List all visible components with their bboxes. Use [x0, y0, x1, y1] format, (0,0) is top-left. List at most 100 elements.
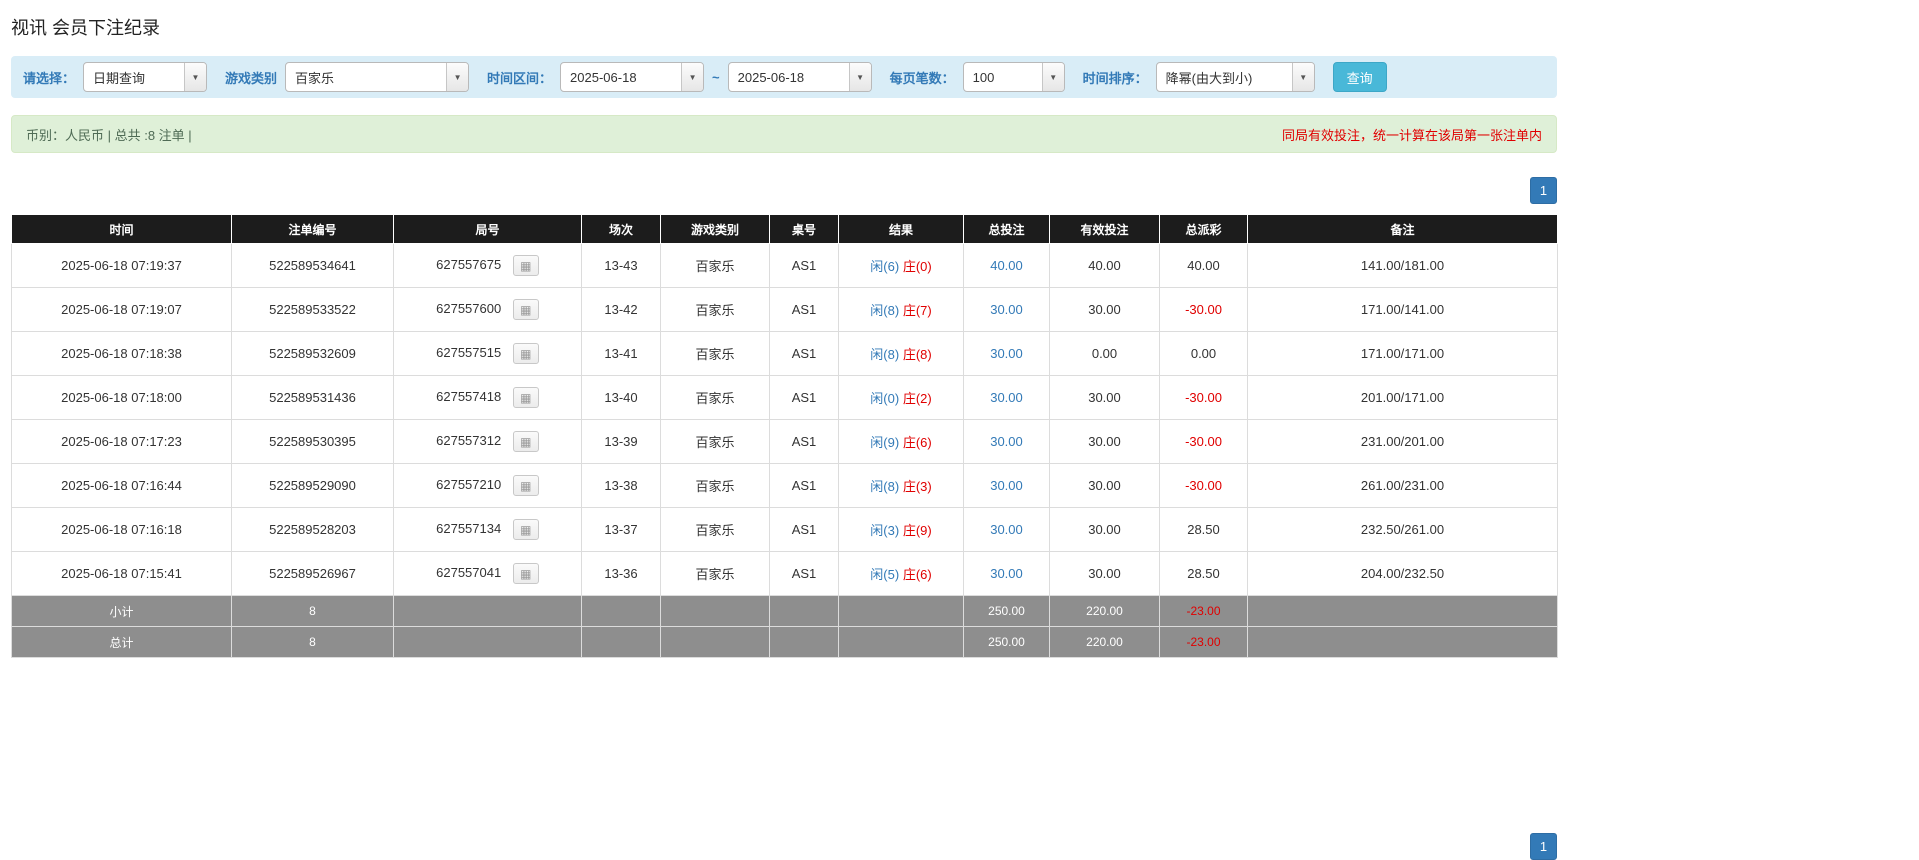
round-id-text: 627557312 [436, 432, 502, 448]
chevron-down-icon[interactable]: ▼ [681, 63, 704, 91]
cell-note: 261.00/231.00 [1247, 463, 1558, 508]
total-bet-link[interactable]: 30.00 [990, 390, 1023, 405]
cell-total-bet: 30.00 [963, 507, 1050, 552]
result-player: 闲(5) [870, 567, 900, 582]
cell-table-no: AS1 [769, 331, 839, 376]
total-bet-link[interactable]: 40.00 [990, 258, 1023, 273]
header-game-type: 游戏类别 [660, 214, 770, 244]
cell-table-no: AS1 [769, 463, 839, 508]
cell-result: 闲(8) 庄(3) [838, 463, 964, 508]
cell-time: 2025-06-18 07:15:41 [11, 551, 232, 596]
result-banker: 庄(9) [902, 523, 932, 538]
table-body: 2025-06-18 07:19:37 522589534641 6275576… [11, 243, 1558, 658]
select-type-label: 请选择： [23, 70, 76, 86]
cell-table-no: AS1 [769, 287, 839, 332]
total-bet-link[interactable]: 30.00 [990, 346, 1023, 361]
round-cards-icon[interactable]: ▦ [512, 563, 539, 584]
round-cards-icon[interactable]: ▦ [512, 519, 539, 540]
result-player: 闲(8) [870, 347, 900, 362]
total-bet-link[interactable]: 30.00 [990, 302, 1023, 317]
round-cards-icon[interactable]: ▦ [512, 299, 539, 320]
subtotal-row: 小计 8 250.00 220.00 -23.00 [11, 595, 1558, 627]
result-banker: 庄(3) [902, 479, 932, 494]
cell-total-bet: 30.00 [963, 375, 1050, 420]
currency-total-text: 币别：人民币 | 总共 :8 注单 | [26, 127, 192, 143]
sort-select[interactable]: 降幂(由大到小) ▼ [1155, 62, 1315, 92]
game-type-value: 百家乐 [295, 70, 335, 86]
total-bet-link[interactable]: 30.00 [990, 522, 1023, 537]
cell-time: 2025-06-18 07:19:37 [11, 243, 232, 288]
chevron-down-icon[interactable]: ▼ [446, 63, 469, 91]
subtotal-label: 小计 [11, 595, 232, 627]
result-banker: 庄(8) [902, 347, 932, 362]
cell-payout: 0.00 [1159, 331, 1248, 376]
result-player: 闲(8) [870, 303, 900, 318]
round-cards-icon[interactable]: ▦ [512, 431, 539, 452]
table-row: 2025-06-18 07:18:00 522589531436 6275574… [11, 375, 1558, 420]
date-from-input[interactable]: 2025-06-18 ▼ [560, 62, 705, 92]
total-bet-link[interactable]: 30.00 [990, 478, 1023, 493]
cell-session: 13-38 [581, 463, 661, 508]
query-type-value: 日期查询 [93, 70, 146, 86]
cell-time: 2025-06-18 07:18:00 [11, 375, 232, 420]
cell-valid-bet: 30.00 [1049, 419, 1160, 464]
game-type-select[interactable]: 百家乐 ▼ [285, 62, 470, 92]
cell-result: 闲(9) 庄(6) [838, 419, 964, 464]
page-size-select[interactable]: 100 ▼ [962, 62, 1065, 92]
cell-time: 2025-06-18 07:16:44 [11, 463, 232, 508]
round-id-text: 627557041 [436, 564, 502, 580]
query-type-select[interactable]: 日期查询 ▼ [83, 62, 208, 92]
round-cards-icon[interactable]: ▦ [512, 343, 539, 364]
cell-session: 13-41 [581, 331, 661, 376]
cell-game-type: 百家乐 [660, 287, 770, 332]
cell-time: 2025-06-18 07:18:38 [11, 331, 232, 376]
cell-game-type: 百家乐 [660, 419, 770, 464]
round-cards-icon[interactable]: ▦ [512, 475, 539, 496]
total-valid-bet: 220.00 [1049, 626, 1160, 658]
cell-total-bet: 30.00 [963, 551, 1050, 596]
cell-total-bet: 30.00 [963, 463, 1050, 508]
cell-session: 13-36 [581, 551, 661, 596]
search-button[interactable]: 查询 [1332, 62, 1387, 92]
cell-note: 171.00/141.00 [1247, 287, 1558, 332]
cell-round-id: 627557134 ▦ [393, 507, 582, 552]
cell-game-type: 百家乐 [660, 375, 770, 420]
cell-valid-bet: 0.00 [1049, 331, 1160, 376]
date-to-value: 2025-06-18 [737, 69, 805, 85]
page-1-button[interactable]: 1 [1530, 177, 1557, 204]
total-bet-link[interactable]: 30.00 [990, 566, 1023, 581]
cell-game-type: 百家乐 [660, 331, 770, 376]
chevron-down-icon[interactable]: ▼ [848, 63, 871, 91]
cell-valid-bet: 30.00 [1049, 287, 1160, 332]
date-to-input[interactable]: 2025-06-18 ▼ [727, 62, 872, 92]
table-row: 2025-06-18 07:18:38 522589532609 6275575… [11, 331, 1558, 376]
round-id-text: 627557675 [436, 256, 502, 272]
summary-bar: 币别：人民币 | 总共 :8 注单 | 同局有效投注，统一计算在该局第一张注单内 [11, 115, 1557, 153]
chevron-down-icon[interactable]: ▼ [184, 63, 207, 91]
cell-bet-id: 522589529090 [231, 463, 394, 508]
cell-round-id: 627557418 ▦ [393, 375, 582, 420]
cell-session: 13-39 [581, 419, 661, 464]
cell-valid-bet: 30.00 [1049, 463, 1160, 508]
cell-time: 2025-06-18 07:19:07 [11, 287, 232, 332]
cell-payout: -30.00 [1159, 375, 1248, 420]
cell-session: 13-42 [581, 287, 661, 332]
chevron-down-icon[interactable]: ▼ [1291, 63, 1314, 91]
header-note: 备注 [1247, 214, 1558, 244]
header-round-id: 局号 [393, 214, 582, 244]
page-1-button[interactable]: 1 [1530, 833, 1557, 860]
cell-table-no: AS1 [769, 243, 839, 288]
result-player: 闲(6) [870, 259, 900, 274]
cell-total-bet: 30.00 [963, 419, 1050, 464]
cell-note: 231.00/201.00 [1247, 419, 1558, 464]
cell-time: 2025-06-18 07:17:23 [11, 419, 232, 464]
result-player: 闲(3) [870, 523, 900, 538]
total-bet-link[interactable]: 30.00 [990, 434, 1023, 449]
round-cards-icon[interactable]: ▦ [512, 387, 539, 408]
cell-round-id: 627557675 ▦ [393, 243, 582, 288]
cell-bet-id: 522589526967 [231, 551, 394, 596]
table-row: 2025-06-18 07:15:41 522589526967 6275570… [11, 551, 1558, 596]
chevron-down-icon[interactable]: ▼ [1041, 63, 1064, 91]
result-player: 闲(0) [870, 391, 900, 406]
round-cards-icon[interactable]: ▦ [512, 255, 539, 276]
